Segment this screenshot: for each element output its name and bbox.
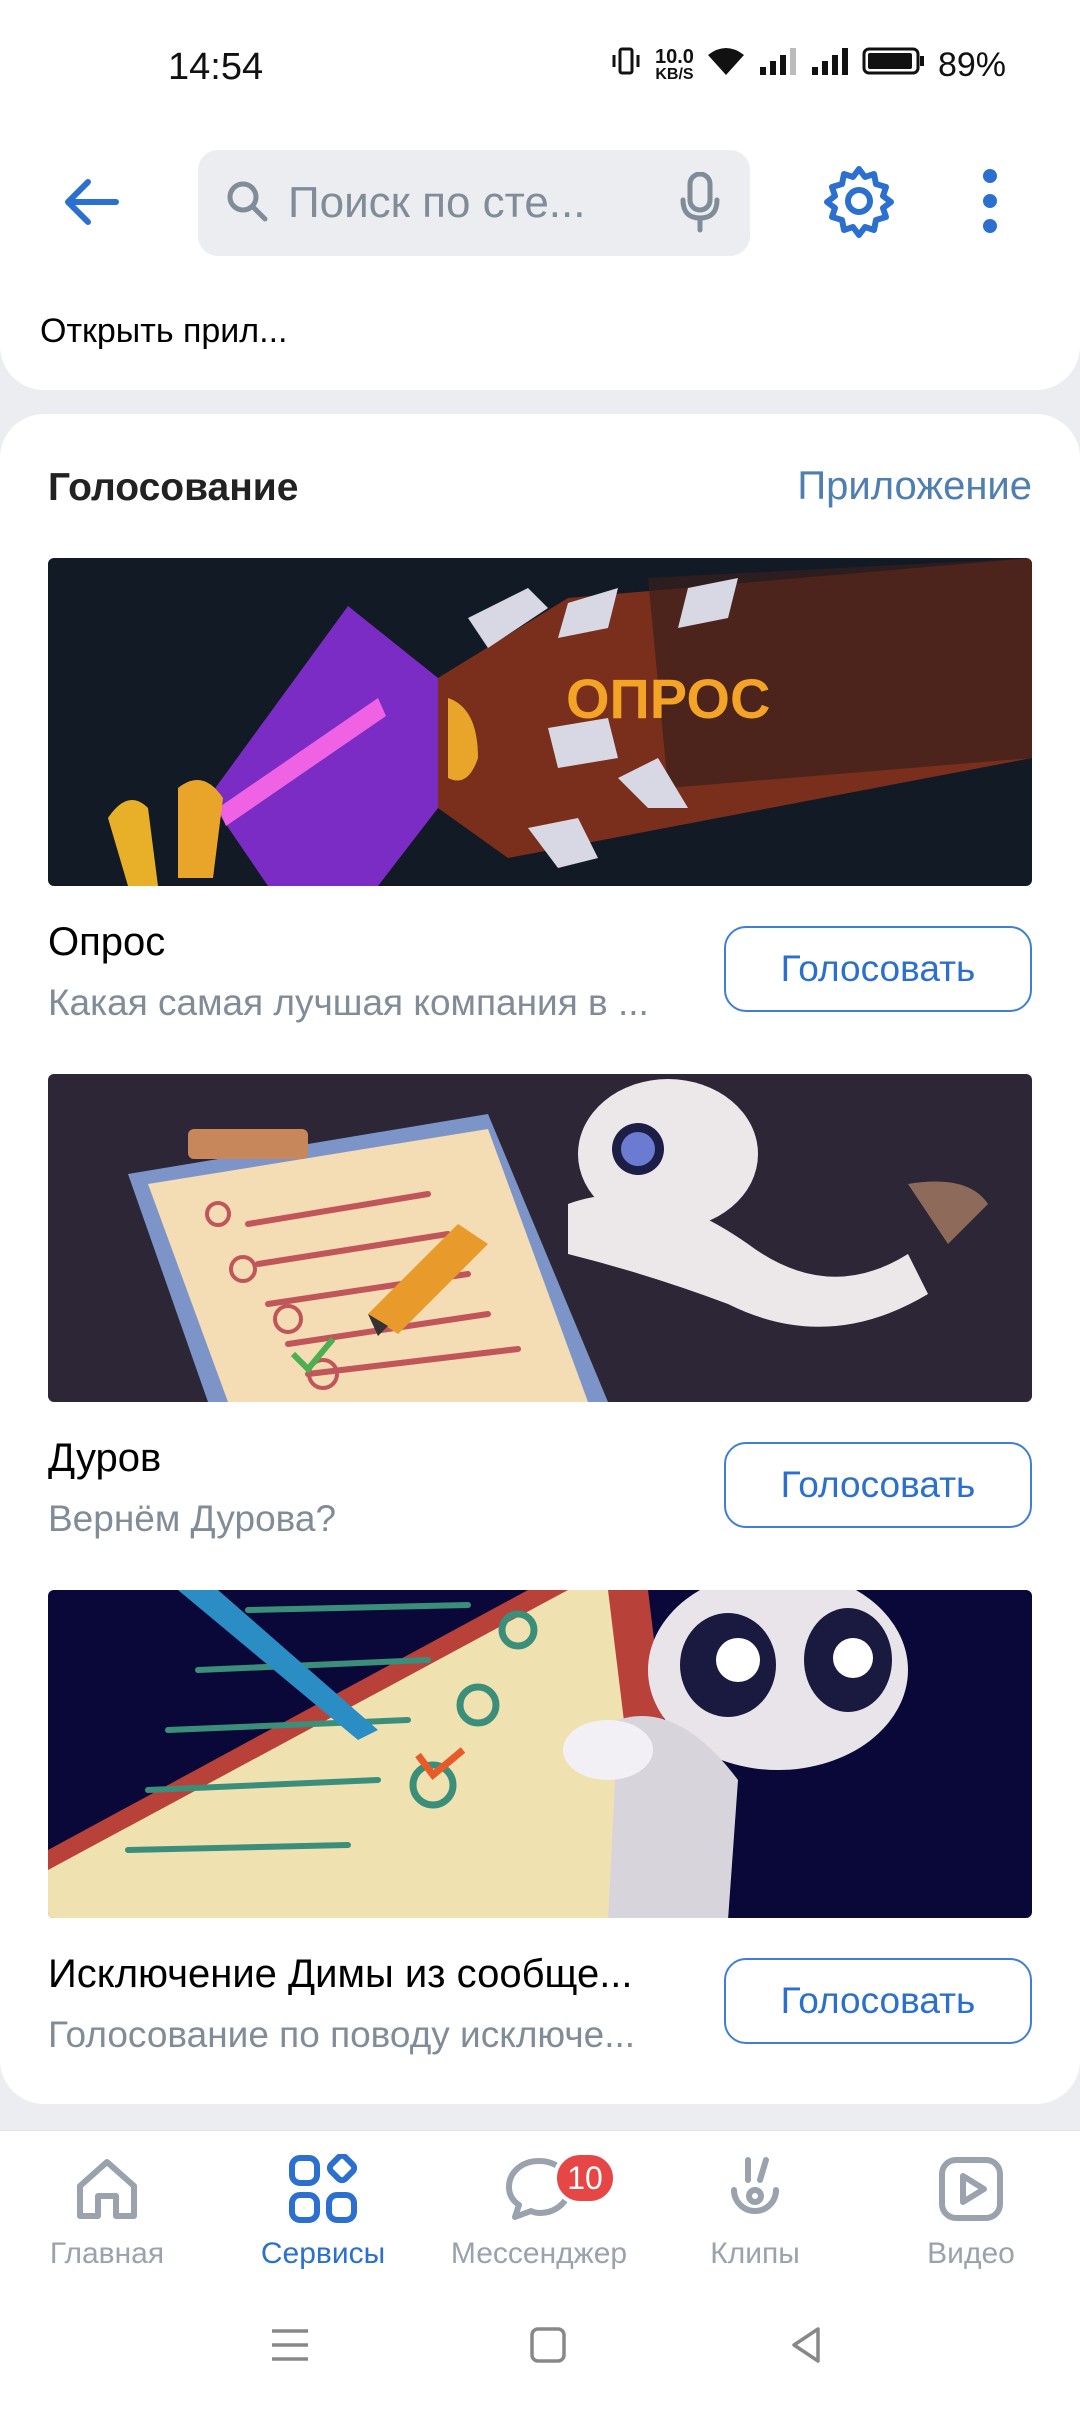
back-arrow-icon — [65, 179, 119, 225]
search-icon — [224, 178, 270, 229]
open-app-link[interactable]: Открыть прил... — [40, 312, 287, 351]
vote-button[interactable]: Голосовать — [724, 926, 1032, 1012]
nav-item-services[interactable]: Сервисы — [223, 2149, 423, 2271]
app-link[interactable]: Приложение — [797, 464, 1032, 509]
unread-badge: 10 — [553, 2151, 617, 2205]
vibrate-icon — [609, 44, 643, 87]
microphone-icon[interactable] — [676, 171, 724, 235]
vote-button[interactable]: Голосовать — [724, 1958, 1032, 2044]
poll-title: Опрос — [48, 920, 166, 964]
triangle-back-icon — [792, 2327, 820, 2363]
back-system-button[interactable] — [766, 2310, 846, 2380]
status-bar: 14:54 10.0 KB/S 89% — [0, 0, 1080, 140]
nav-label: Сервисы — [260, 2237, 386, 2270]
menu-icon — [272, 2329, 308, 2361]
more-vertical-icon — [983, 169, 997, 233]
nav-item-messenger[interactable]: 10 Мессенджер — [439, 2149, 639, 2271]
nav-item-home[interactable]: Главная — [7, 2149, 207, 2271]
status-time: 14:54 — [168, 46, 264, 88]
settings-button[interactable] — [816, 158, 902, 244]
video-icon — [931, 2149, 1011, 2229]
poll-image-dima[interactable] — [48, 1590, 1032, 1918]
poll-title: Исключение Димы из сообще... — [48, 1952, 633, 1996]
nav-label: Мессенджер — [450, 2237, 628, 2270]
nav-item-video[interactable]: Видео — [871, 2149, 1071, 2271]
nav-item-clips[interactable]: Клипы — [655, 2149, 855, 2271]
poll-description: Какая самая лучшая компания в ... — [48, 982, 649, 1023]
bottom-navigation: Главная Сервисы 10 Мессенджер Клипы Виде… — [0, 2130, 1080, 2280]
square-icon — [530, 2327, 566, 2363]
signal-icon-2 — [810, 45, 850, 86]
search-input[interactable]: Поиск по сте... — [288, 178, 676, 228]
battery-icon — [862, 45, 926, 86]
nav-label: Видео — [927, 2237, 1015, 2270]
poll-image-caption: ОПРОС — [566, 667, 770, 730]
section-title: Голосование — [48, 466, 299, 509]
gear-icon — [824, 166, 894, 238]
poll-description: Голосование по поводу исключе... — [48, 2014, 636, 2055]
status-icons: 10.0 KB/S 89% — [609, 44, 1006, 87]
poll-description: Вернём Дурова? — [48, 1498, 337, 1539]
services-icon — [283, 2149, 363, 2229]
recent-apps-button[interactable] — [250, 2310, 330, 2380]
more-button[interactable] — [962, 158, 1018, 244]
clips-icon — [715, 2149, 795, 2229]
search-bar[interactable]: Поиск по сте... — [198, 150, 750, 256]
nav-label: Клипы — [710, 2237, 800, 2270]
system-navigation — [0, 2280, 1080, 2412]
wifi-icon — [706, 45, 746, 86]
network-speed: 10.0 KB/S — [655, 45, 694, 83]
signal-icon — [758, 45, 798, 86]
home-icon — [67, 2149, 147, 2229]
home-button[interactable] — [508, 2310, 588, 2380]
nav-label: Главная — [49, 2237, 165, 2270]
battery-percent: 89% — [937, 46, 1006, 84]
poll-image-durov[interactable] — [48, 1074, 1032, 1402]
back-button[interactable] — [48, 160, 132, 244]
poll-title: Дуров — [48, 1436, 162, 1480]
vote-button[interactable]: Голосовать — [724, 1442, 1032, 1528]
poll-image-opros[interactable]: ОПРОС — [48, 558, 1032, 886]
